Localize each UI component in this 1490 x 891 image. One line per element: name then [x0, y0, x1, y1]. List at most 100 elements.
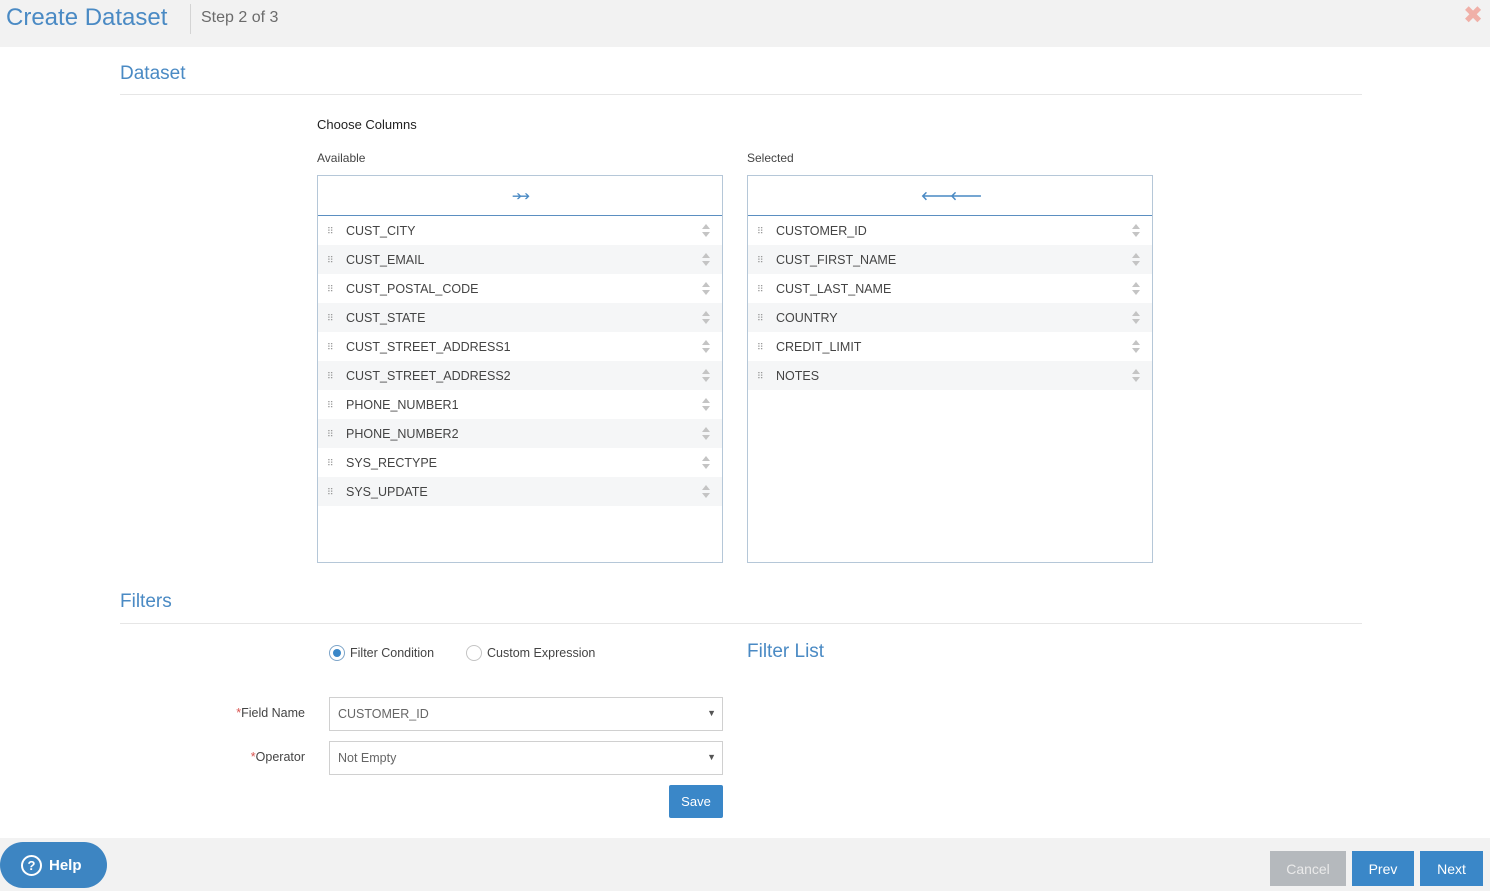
drag-handle-icon[interactable]: ⠿	[327, 400, 335, 409]
drag-handle-icon[interactable]: ⠿	[327, 313, 335, 322]
field-name-value: CUSTOMER_ID	[338, 707, 429, 721]
sort-icon[interactable]	[1132, 369, 1140, 382]
sort-icon[interactable]	[702, 224, 710, 237]
selected-list-item[interactable]: ⠿ CUST_LAST_NAME	[748, 274, 1152, 303]
filters-section-title: Filters	[120, 591, 172, 612]
drag-handle-icon[interactable]: ⠿	[327, 371, 335, 380]
available-list-item[interactable]: ⠿ CUST_POSTAL_CODE	[318, 274, 722, 303]
drag-handle-icon[interactable]: ⠿	[327, 342, 335, 351]
radio-selected-icon	[329, 645, 345, 661]
dialog-header: Create Dataset Step 2 of 3 ✖	[0, 0, 1490, 47]
drag-handle-icon[interactable]: ⠿	[757, 342, 765, 351]
selected-items: ⠿ CUSTOMER_ID ⠿ CUST_FIRST_NAME ⠿ CUST_LAST_N…	[748, 216, 1152, 390]
sort-icon[interactable]	[702, 253, 710, 266]
drag-handle-icon[interactable]: ⠿	[327, 487, 335, 496]
radio-custom-expression[interactable]: Custom Expression	[466, 645, 595, 661]
help-label: Help	[49, 856, 82, 874]
available-list-item[interactable]: ⠿ PHONE_NUMBER2	[318, 419, 722, 448]
radio-custom-expression-label: Custom Expression	[487, 646, 596, 660]
radio-unselected-icon	[466, 645, 482, 661]
close-icon[interactable]: ✖	[1462, 4, 1484, 28]
selected-item-label: COUNTRY	[776, 310, 838, 325]
selected-item-label: NOTES	[776, 368, 820, 383]
selected-list-item[interactable]: ⠿ CUST_FIRST_NAME	[748, 245, 1152, 274]
available-list-item[interactable]: ⠿ SYS_UPDATE	[318, 477, 722, 506]
cancel-button[interactable]: Cancel	[1270, 851, 1346, 886]
sort-icon[interactable]	[1132, 282, 1140, 295]
drag-handle-icon[interactable]: ⠿	[757, 226, 765, 235]
dataset-section-divider	[120, 94, 1362, 95]
sort-icon[interactable]	[1132, 340, 1140, 353]
available-item-label: SYS_UPDATE	[346, 484, 428, 499]
drag-handle-icon[interactable]: ⠿	[327, 226, 335, 235]
chevron-down-icon: ▼	[707, 752, 716, 762]
selected-list-item[interactable]: ⠿ CUSTOMER_ID	[748, 216, 1152, 245]
operator-select[interactable]: Not Empty ▼	[329, 741, 723, 775]
available-list-item[interactable]: ⠿ CUST_STREET_ADDRESS1	[318, 332, 722, 361]
available-item-label: CUST_CITY	[346, 223, 416, 238]
drag-handle-icon[interactable]: ⠿	[757, 313, 765, 322]
chevron-down-icon: ▼	[707, 708, 716, 718]
selected-list-item[interactable]: ⠿ COUNTRY	[748, 303, 1152, 332]
drag-handle-icon[interactable]: ⠿	[327, 429, 335, 438]
sort-icon[interactable]	[702, 340, 710, 353]
move-all-right-button[interactable]: ➔➔	[318, 176, 722, 216]
available-item-label: PHONE_NUMBER2	[346, 426, 459, 441]
question-icon: ?	[21, 854, 42, 876]
help-button[interactable]: ? Help	[0, 842, 107, 888]
next-button[interactable]: Next	[1420, 851, 1483, 886]
sort-icon[interactable]	[1132, 224, 1140, 237]
sort-icon[interactable]	[1132, 311, 1140, 324]
step-indicator: Step 2 of 3	[201, 9, 279, 26]
dialog-footer	[0, 838, 1490, 891]
sort-icon[interactable]	[702, 311, 710, 324]
drag-handle-icon[interactable]: ⠿	[327, 458, 335, 467]
selected-item-label: CUST_LAST_NAME	[776, 281, 892, 296]
drag-handle-icon[interactable]: ⠿	[757, 255, 765, 264]
available-list-item[interactable]: ⠿ PHONE_NUMBER1	[318, 390, 722, 419]
operator-label-text: Operator	[255, 750, 305, 764]
sort-icon[interactable]	[702, 456, 710, 469]
filter-list-title: Filter List	[747, 641, 825, 662]
available-list-item[interactable]: ⠿ CUST_STREET_ADDRESS2	[318, 361, 722, 390]
available-item-label: CUST_STATE	[346, 310, 426, 325]
available-item-label: PHONE_NUMBER1	[346, 397, 459, 412]
available-item-label: SYS_RECTYPE	[346, 455, 438, 470]
field-name-select[interactable]: CUSTOMER_ID ▼	[329, 697, 723, 731]
available-label: Available	[317, 151, 366, 165]
radio-filter-condition-label: Filter Condition	[350, 646, 435, 660]
drag-handle-icon[interactable]: ⠿	[757, 371, 765, 380]
available-item-label: CUST_POSTAL_CODE	[346, 281, 479, 296]
field-name-label-text: Field Name	[241, 706, 305, 720]
field-name-label: *Field Name	[185, 706, 305, 720]
sort-icon[interactable]	[702, 485, 710, 498]
sort-icon[interactable]	[702, 427, 710, 440]
filters-section-divider	[120, 623, 1362, 624]
sort-icon[interactable]	[1132, 253, 1140, 266]
selected-columns-list: 🡐🡐 ⠿ CUSTOMER_ID ⠿ CUST_FIRST_NAME ⠿ CUST_LAS…	[747, 175, 1153, 563]
radio-filter-condition[interactable]: Filter Condition	[329, 645, 434, 661]
double-arrow-right-icon: ➔➔	[511, 188, 530, 203]
drag-handle-icon[interactable]: ⠿	[757, 284, 765, 293]
prev-button[interactable]: Prev	[1352, 851, 1414, 886]
available-list-item[interactable]: ⠿ CUST_STATE	[318, 303, 722, 332]
dialog-title: Create Dataset	[6, 4, 168, 31]
selected-item-label: CUSTOMER_ID	[776, 223, 867, 238]
available-list-item[interactable]: ⠿ CUST_CITY	[318, 216, 722, 245]
drag-handle-icon[interactable]: ⠿	[327, 284, 335, 293]
drag-handle-icon[interactable]: ⠿	[327, 255, 335, 264]
available-columns-list: ➔➔ ⠿ CUST_CITY ⠿ CUST_EMAIL ⠿ CUST_POSTAL_COD…	[317, 175, 723, 563]
sort-icon[interactable]	[702, 398, 710, 411]
selected-list-item[interactable]: ⠿ CREDIT_LIMIT	[748, 332, 1152, 361]
move-all-left-button[interactable]: 🡐🡐	[748, 176, 1152, 216]
available-list-item[interactable]: ⠿ SYS_RECTYPE	[318, 448, 722, 477]
sort-icon[interactable]	[702, 369, 710, 382]
double-arrow-left-icon: 🡐🡐	[920, 189, 982, 203]
selected-label: Selected	[747, 151, 794, 165]
available-item-label: CUST_STREET_ADDRESS2	[346, 368, 511, 383]
selected-list-item[interactable]: ⠿ NOTES	[748, 361, 1152, 390]
save-button[interactable]: Save	[669, 785, 723, 818]
available-list-item[interactable]: ⠿ CUST_EMAIL	[318, 245, 722, 274]
available-items: ⠿ CUST_CITY ⠿ CUST_EMAIL ⠿ CUST_POSTAL_CODE ⠿ C…	[318, 216, 722, 506]
sort-icon[interactable]	[702, 282, 710, 295]
